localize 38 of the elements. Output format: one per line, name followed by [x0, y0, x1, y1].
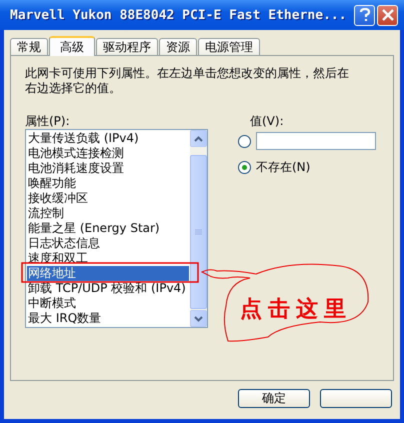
- chevron-down-icon: [194, 316, 203, 322]
- list-item[interactable]: 卸载 TCP/UDP 校验和 (IPv4): [27, 281, 189, 296]
- radio-button[interactable]: [238, 134, 251, 148]
- tab[interactable]: 高级: [49, 36, 95, 56]
- annotation-text: 点击这里: [240, 295, 352, 324]
- button[interactable]: [320, 389, 392, 408]
- list-item[interactable]: 大量传送负载 (IPv4): [27, 131, 189, 146]
- help-icon: [358, 8, 370, 22]
- list-item[interactable]: 接收缓冲区: [27, 191, 189, 206]
- scroll-down-button[interactable]: [190, 310, 207, 327]
- close-icon: [382, 9, 394, 21]
- close-button[interactable]: [377, 4, 398, 26]
- tab[interactable]: 资源: [159, 38, 197, 55]
- window-title: Marvell Yukon 88E8042 PCI-E Fast Etherne...: [10, 8, 348, 22]
- radio-button[interactable]: [238, 160, 251, 174]
- description-text: 此网卡可使用下列属性。在左边单击您想改变的属性，然后在右边选择它的值。: [25, 66, 350, 96]
- tab[interactable]: 常规: [10, 38, 48, 55]
- tab[interactable]: 驱动程序: [96, 38, 158, 55]
- grip-icon: [195, 229, 202, 235]
- list-item[interactable]: 唤醒功能: [27, 176, 189, 191]
- chevron-up-icon: [194, 136, 203, 142]
- tab[interactable]: 电源管理: [198, 38, 260, 55]
- list-item[interactable]: 电池消耗速度设置: [27, 161, 189, 176]
- help-button[interactable]: [354, 4, 375, 26]
- list-item[interactable]: 流控制: [27, 206, 189, 221]
- value-field[interactable]: [256, 132, 376, 150]
- radio-label: 不存在(N): [256, 158, 310, 176]
- properties-label: 属性(P):: [25, 113, 71, 128]
- ok-button[interactable]: 确定: [238, 389, 310, 408]
- scroll-thumb[interactable]: [190, 155, 207, 309]
- scroll-up-button[interactable]: [190, 130, 207, 147]
- list-item[interactable]: 中断模式: [27, 296, 189, 311]
- list-item[interactable]: 日志状态信息: [27, 236, 189, 251]
- list-item[interactable]: 能量之星 (Energy Star): [27, 221, 189, 236]
- list-item[interactable]: 网络地址: [27, 266, 189, 281]
- list-item[interactable]: 最大 IRQ数量: [27, 311, 189, 326]
- value-label: 值(V):: [249, 113, 285, 128]
- list-item[interactable]: 电池模式连接检测: [27, 146, 189, 161]
